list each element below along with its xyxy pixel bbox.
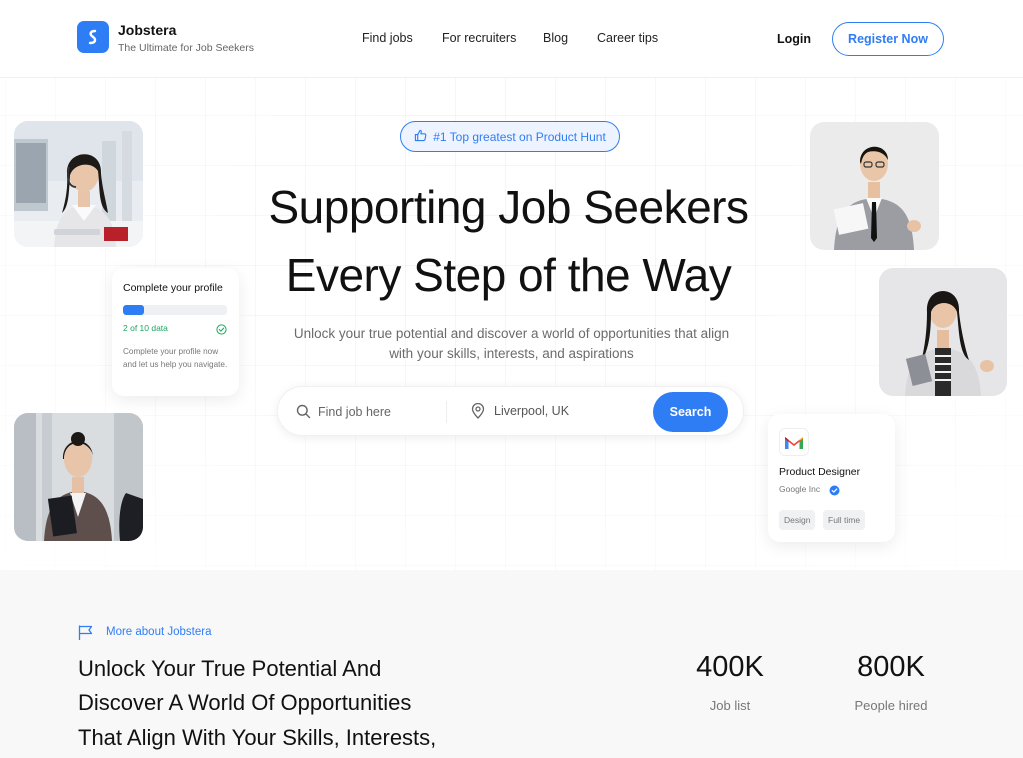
job-tag-design: Design xyxy=(779,510,816,530)
check-circle-icon xyxy=(216,322,227,340)
search-divider xyxy=(446,401,447,423)
top-navbar: Jobstera The Ultimate for Job Seekers Fi… xyxy=(0,0,1023,78)
job-search-input[interactable] xyxy=(318,401,443,423)
register-button[interactable]: Register Now xyxy=(832,22,944,56)
thumbs-up-icon xyxy=(414,129,427,145)
about-section: More about Jobstera Unlock Your True Pot… xyxy=(0,570,1023,758)
complete-profile-card[interactable]: Complete your profile 2 of 10 data Compl… xyxy=(112,268,239,396)
stat-people-hired-value: 800K xyxy=(857,651,925,683)
photo-woman-tablet xyxy=(879,268,1007,396)
profile-card-description: Complete your profile now and let us hel… xyxy=(123,347,228,369)
map-pin-icon xyxy=(471,402,485,424)
login-link[interactable]: Login xyxy=(777,32,811,46)
photo-businessman-documents xyxy=(810,122,939,250)
photo-call-center-agent xyxy=(14,121,143,247)
photo-businesswoman-folder xyxy=(14,413,143,541)
job-search-bar: Liverpool, UK Search xyxy=(277,386,744,436)
profile-progress-bar xyxy=(123,305,227,315)
jobstera-logo-icon[interactable] xyxy=(77,21,109,53)
nav-for-recruiters[interactable]: For recruiters xyxy=(442,31,516,45)
badge-text: #1 Top greatest on Product Hunt xyxy=(433,129,606,144)
search-icon xyxy=(296,404,311,424)
product-hunt-badge[interactable]: #1 Top greatest on Product Hunt xyxy=(400,121,620,152)
stat-people-hired-label: People hired xyxy=(854,698,928,713)
flag-icon xyxy=(78,625,94,645)
gmail-logo-icon xyxy=(779,428,809,456)
about-heading-line-2: Discover A World Of Opportunities xyxy=(78,690,412,715)
job-title: Product Designer xyxy=(779,466,861,478)
more-about-link[interactable]: More about Jobstera xyxy=(106,626,211,638)
profile-progress-count: 2 of 10 data xyxy=(123,323,168,333)
job-tag-full-time: Full time xyxy=(823,510,866,530)
profile-card-title: Complete your profile xyxy=(123,282,223,294)
job-preview-card[interactable]: Product Designer Google Inc Design Full … xyxy=(768,414,895,542)
stat-job-list-label: Job list xyxy=(709,698,751,713)
brand-name[interactable]: Jobstera xyxy=(118,22,176,38)
about-heading-line-1: Unlock Your True Potential And xyxy=(78,656,382,681)
verified-badge-icon xyxy=(829,483,840,501)
nav-blog[interactable]: Blog xyxy=(543,31,568,45)
search-button[interactable]: Search xyxy=(653,392,728,432)
about-heading-line-3: That Align With Your Skills, Interests, xyxy=(78,725,437,750)
location-field[interactable]: Liverpool, UK xyxy=(494,404,569,418)
nav-career-tips[interactable]: Career tips xyxy=(597,31,658,45)
job-company: Google Inc xyxy=(779,484,821,494)
profile-progress-fill xyxy=(123,305,144,315)
nav-find-jobs[interactable]: Find jobs xyxy=(362,31,413,45)
stat-job-list-value: 400K xyxy=(696,651,764,683)
brand-tagline: The Ultimate for Job Seekers xyxy=(118,42,254,54)
